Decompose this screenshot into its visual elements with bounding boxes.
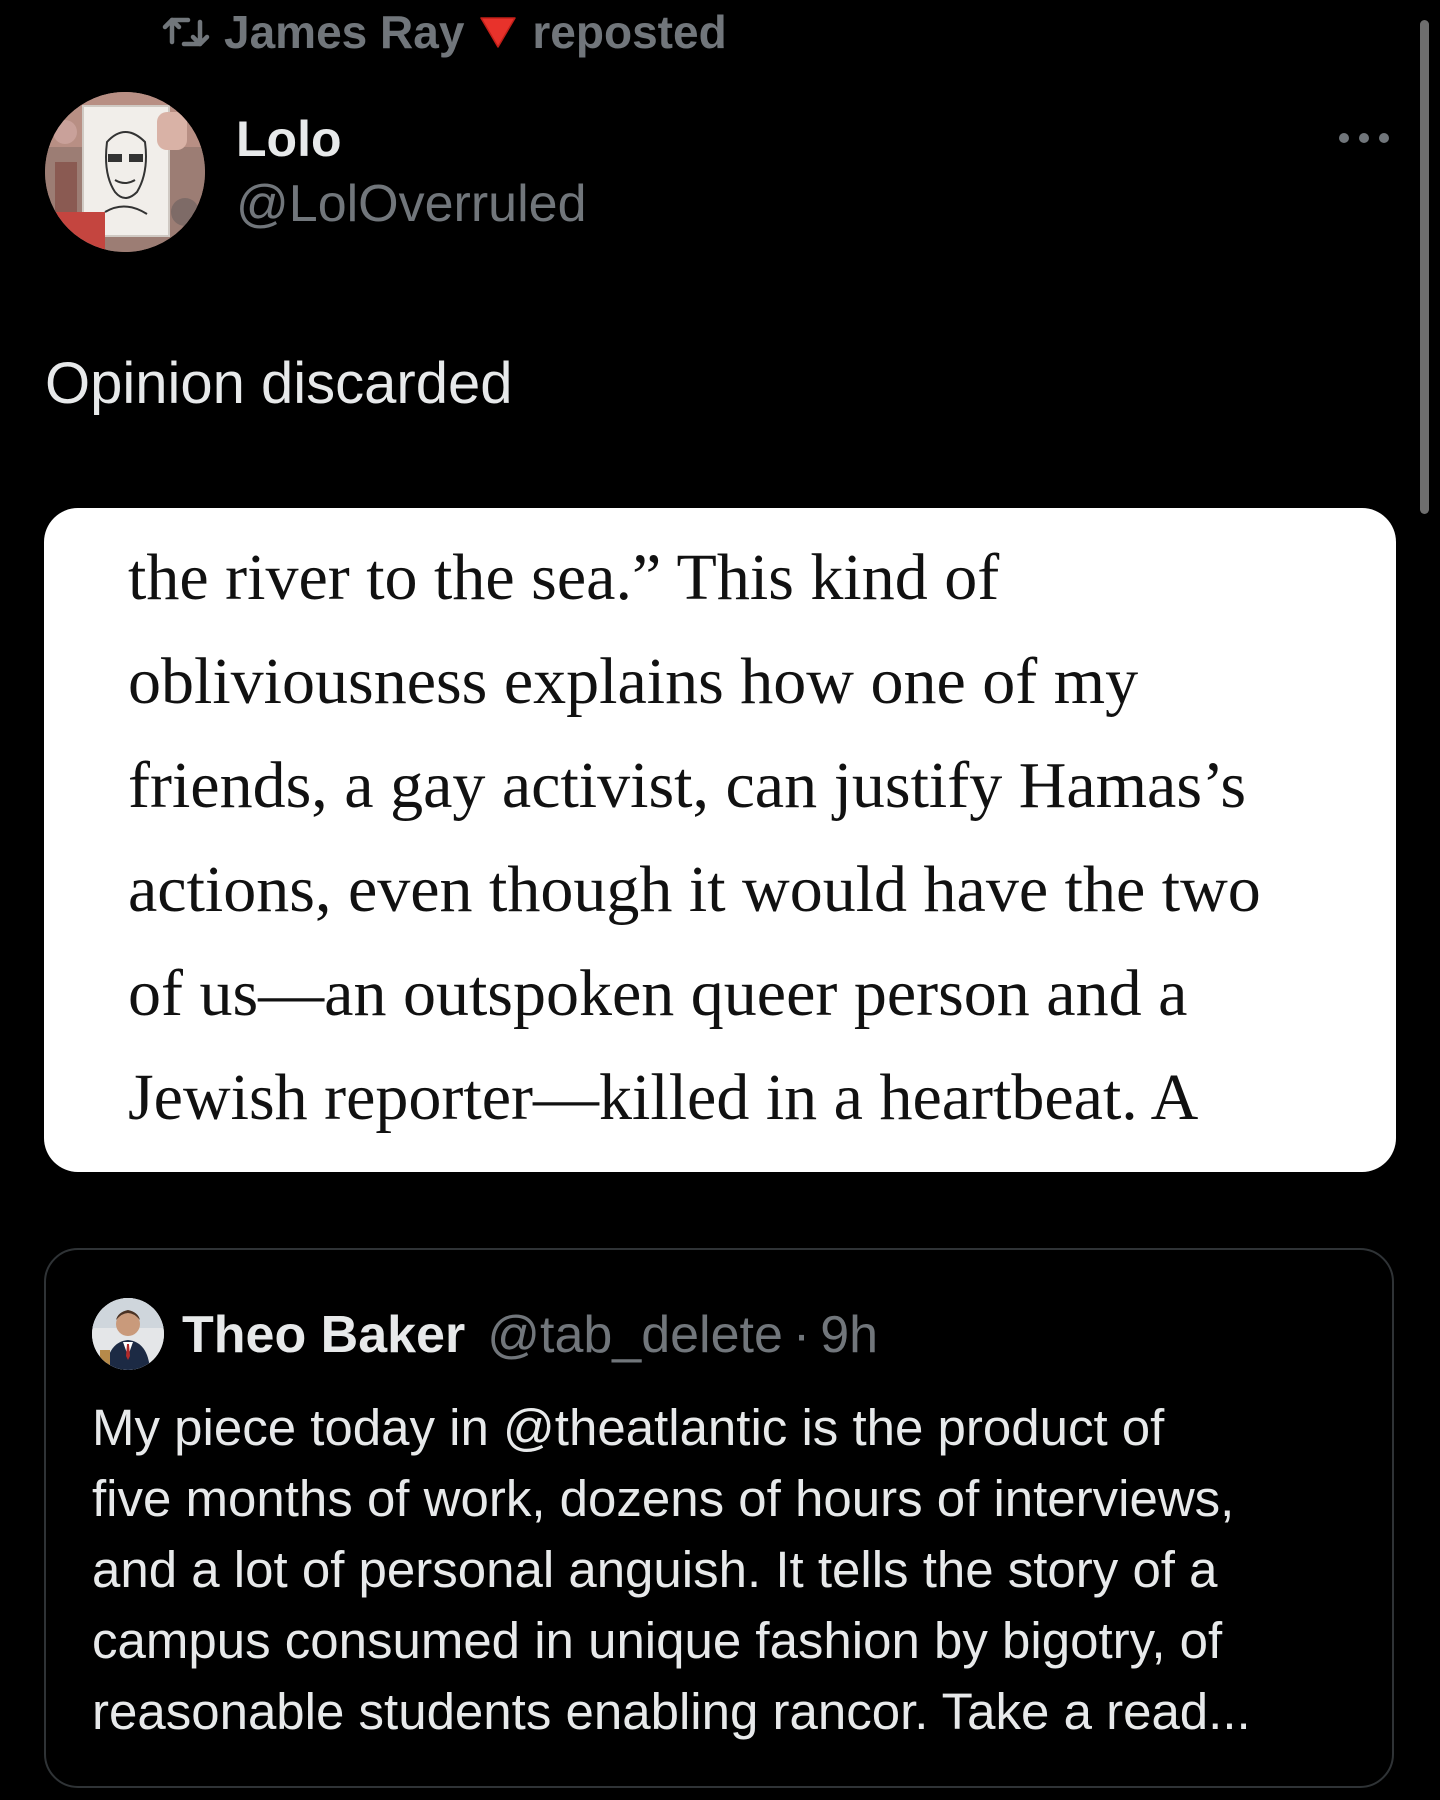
quote-text-line: and a lot of personal anguish. It tells … bbox=[92, 1541, 1218, 1598]
author-handle[interactable]: @LolOverruled bbox=[236, 174, 587, 234]
avatar[interactable] bbox=[45, 92, 205, 252]
quote-author-handle[interactable]: @tab_delete bbox=[487, 1305, 783, 1365]
quote-text-line: reasonable students enabling rancor. Tak… bbox=[92, 1683, 1251, 1740]
repost-user-name[interactable]: James Ray bbox=[224, 5, 464, 59]
author-name[interactable]: Lolo bbox=[236, 110, 342, 168]
quoted-post[interactable]: Theo Baker @tab_delete · 9h My piece tod… bbox=[44, 1248, 1394, 1788]
quote-avatar[interactable] bbox=[92, 1298, 164, 1370]
repost-indicator[interactable]: James Ray reposted bbox=[162, 4, 727, 60]
quote-header: Theo Baker @tab_delete · 9h bbox=[182, 1302, 878, 1368]
repost-label: reposted bbox=[532, 6, 727, 58]
image-text-line: of us—an outspoken queer person and a bbox=[128, 957, 1188, 1030]
image-text-line: Jewish reporter—killed in a heartbeat. A bbox=[128, 1061, 1199, 1134]
image-text-line: the river to the sea.” This kind of bbox=[128, 541, 1000, 614]
post-image[interactable]: the river to the sea.” This kind of obli… bbox=[44, 508, 1396, 1172]
image-text-lines: the river to the sea.” This kind of obli… bbox=[128, 526, 1261, 1150]
quote-text-line: campus consumed in unique fashion by big… bbox=[92, 1612, 1223, 1669]
post-text: Opinion discarded bbox=[45, 351, 513, 416]
quote-author-name[interactable]: Theo Baker bbox=[182, 1305, 465, 1365]
image-text-line: obliviousness explains how one of my bbox=[128, 645, 1139, 718]
repost-icon bbox=[162, 12, 210, 52]
quote-text-line: five months of work, dozens of hours of … bbox=[92, 1470, 1235, 1527]
image-text-line: actions, even though it would have the t… bbox=[128, 853, 1261, 926]
separator-dot: · bbox=[792, 1306, 811, 1364]
quote-text-line: My piece today in @theatlantic is the pr… bbox=[92, 1399, 1165, 1456]
quote-text: My piece today in @theatlantic is the pr… bbox=[92, 1392, 1362, 1747]
more-options-icon[interactable] bbox=[1336, 128, 1392, 148]
image-text-line: friends, a gay activist, can justify Ham… bbox=[128, 749, 1247, 822]
scrollbar[interactable] bbox=[1420, 20, 1429, 514]
red-triangle-icon bbox=[478, 14, 518, 50]
quote-timestamp[interactable]: 9h bbox=[820, 1305, 878, 1365]
